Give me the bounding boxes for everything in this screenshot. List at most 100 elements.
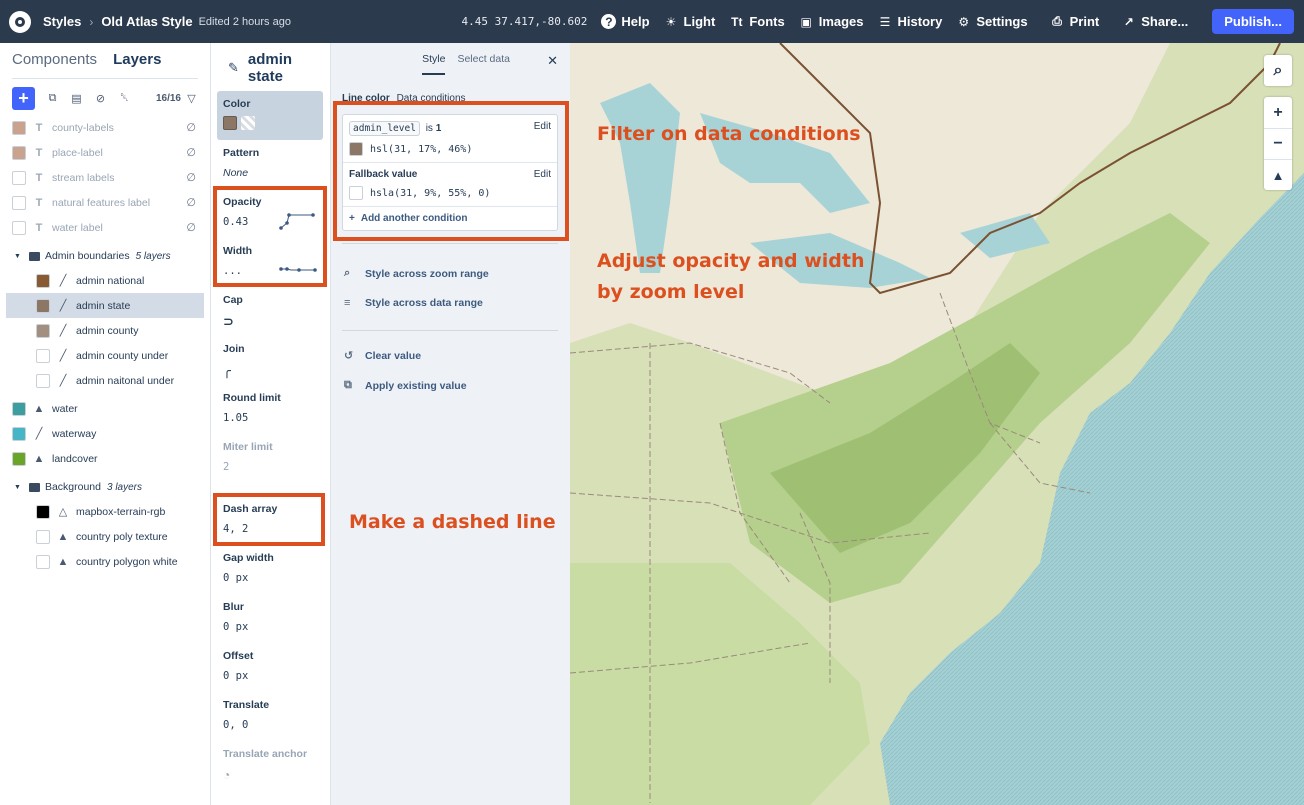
image-icon: ▣	[800, 14, 812, 29]
share-label: Share...	[1141, 14, 1189, 29]
zoom-out-button[interactable]: −	[1264, 128, 1292, 159]
share-button[interactable]: ↗ Share...	[1121, 14, 1189, 29]
light-label: Light	[683, 14, 716, 29]
prop-cap[interactable]: Cap ⊃	[217, 287, 323, 337]
duplicate-icon[interactable]: ⧉	[46, 92, 59, 105]
print-button[interactable]: ⎙ Print	[1050, 14, 1099, 29]
prop-label: Gap width	[223, 552, 274, 564]
prop-translate[interactable]: Translate 0, 0	[217, 692, 323, 738]
layer-item[interactable]: △ mapbox-terrain-rgb	[6, 499, 204, 524]
line-icon: ╱	[35, 428, 43, 440]
layer-swatch	[36, 298, 50, 313]
prop-miter-limit[interactable]: Miter limit 2	[217, 434, 323, 480]
eye-slash-icon[interactable]: ∅	[186, 171, 196, 184]
layer-item[interactable]: T county-labels ∅	[6, 115, 204, 140]
layer-item[interactable]: ▲ water	[6, 396, 204, 421]
publish-button[interactable]: Publish...	[1212, 9, 1294, 34]
layer-swatch	[36, 273, 50, 288]
eye-slash-icon[interactable]: ∅	[186, 121, 196, 134]
eye-slash-icon[interactable]: ∅	[186, 196, 196, 209]
help-button[interactable]: ? Help	[601, 14, 650, 29]
prop-label: Color	[223, 98, 251, 110]
search-icon[interactable]: ⌕	[1264, 55, 1292, 86]
folder-icon	[28, 482, 40, 492]
apply-value-button[interactable]: ⧉ Apply existing value	[344, 379, 467, 392]
history-button[interactable]: ☰ History	[878, 14, 943, 29]
layer-item[interactable]: T natural features label ∅	[6, 190, 204, 215]
map-canvas[interactable]: ⌕ + − ▲	[570, 43, 1304, 805]
zoom-range-button[interactable]: ⌕ Style across zoom range	[344, 267, 489, 280]
tab-components[interactable]: Components	[12, 51, 97, 78]
add-layer-button[interactable]: +	[12, 86, 35, 110]
data-range-button[interactable]: ≡ Style across data range	[344, 297, 483, 309]
hide-icon[interactable]: ⊘	[94, 92, 107, 105]
mapbox-logo-icon[interactable]	[9, 10, 31, 33]
fill-icon: ▲	[57, 530, 69, 543]
layer-item[interactable]: ╱ admin county	[6, 318, 204, 343]
settings-label: Settings	[976, 14, 1028, 29]
fill-icon: ▲	[33, 402, 45, 415]
prop-join[interactable]: Join ╭	[217, 336, 323, 386]
settings-button[interactable]: ⚙ Settings	[956, 14, 1027, 29]
layer-item[interactable]: ╱ waterway	[6, 421, 204, 446]
layer-item[interactable]: ▲ landcover	[6, 446, 204, 471]
light-button[interactable]: ☀ Light	[664, 14, 716, 29]
layer-item[interactable]: ╱ admin national	[6, 268, 204, 293]
caret-down-icon[interactable]: ▼	[14, 484, 21, 491]
layer-item[interactable]: T water label ∅	[6, 215, 204, 240]
clear-value-button[interactable]: ↺ Clear value	[344, 349, 421, 363]
prop-label: Translate	[223, 699, 270, 711]
layer-item[interactable]: ▲ country poly texture	[6, 524, 204, 549]
eye-slash-icon[interactable]: ∅	[186, 221, 196, 234]
style-name[interactable]: Old Atlas Style	[101, 14, 192, 29]
chevron-right-icon: ›	[89, 14, 94, 29]
tab-select-data[interactable]: Select data	[457, 53, 510, 75]
line-icon: ╱	[59, 350, 67, 362]
caret-down-icon[interactable]: ▼	[14, 253, 21, 260]
map-nav-controls: + − ▲	[1264, 97, 1292, 190]
history-label: History	[897, 14, 943, 29]
layer-item[interactable]: ╱ admin county under	[6, 343, 204, 368]
prop-color[interactable]: Color	[217, 91, 323, 140]
compass-icon[interactable]: ▲	[1264, 159, 1292, 190]
divider	[342, 330, 558, 331]
tab-style[interactable]: Style	[422, 53, 446, 75]
group-background[interactable]: ▼ Background 3 layers	[14, 477, 142, 497]
close-icon[interactable]: ✕	[547, 53, 558, 69]
prop-pattern[interactable]: Pattern None	[217, 140, 323, 186]
layer-item-selected[interactable]: ╱ admin state	[6, 293, 204, 318]
text-icon: T	[35, 121, 43, 134]
layer-item[interactable]: ▲ country polygon white	[6, 549, 204, 574]
annotation-dashed: Make a dashed line	[349, 511, 556, 533]
eye-slash-icon[interactable]: ∅	[186, 146, 196, 159]
map-coordinates: 4.45 37.417,-80.602	[461, 15, 588, 28]
group-icon[interactable]: ▤	[70, 92, 83, 105]
fonts-button[interactable]: Tt Fonts	[729, 14, 785, 29]
prop-blur[interactable]: Blur 0 px	[217, 594, 323, 640]
layer-item[interactable]: T place-label ∅	[6, 140, 204, 165]
trash-icon[interactable]: ␡	[118, 92, 131, 105]
breadcrumb-styles[interactable]: Styles	[43, 14, 81, 29]
layer-swatch	[36, 554, 50, 569]
raster-icon: △	[58, 506, 68, 518]
layer-swatch	[12, 145, 26, 160]
tab-layers[interactable]: Layers	[113, 51, 161, 78]
layer-name: natural features label	[52, 196, 151, 209]
annotation-box-dash	[213, 493, 325, 546]
color-swatches	[223, 116, 317, 130]
prop-translate-anchor[interactable]: Translate anchor ◔	[217, 741, 323, 789]
layer-item[interactable]: T stream labels ∅	[6, 165, 204, 190]
layer-name: stream labels	[52, 171, 115, 184]
prop-gap-width[interactable]: Gap width 0 px	[217, 545, 323, 591]
layer-item[interactable]: ╱ admin naitonal under	[6, 368, 204, 393]
zoom-range-icon: ⌕	[344, 267, 351, 279]
prop-round-limit[interactable]: Round limit 1.05	[217, 385, 323, 431]
zoom-in-button[interactable]: +	[1264, 97, 1292, 128]
images-button[interactable]: ▣ Images	[799, 14, 864, 29]
layer-name: admin national	[76, 274, 145, 287]
prop-label: Translate anchor	[223, 748, 308, 760]
group-admin-boundaries[interactable]: ▼ Admin boundaries 5 layers	[14, 246, 171, 266]
search-control[interactable]: ⌕	[1264, 55, 1292, 86]
filter-icon[interactable]: ▽	[185, 92, 198, 105]
prop-offset[interactable]: Offset 0 px	[217, 643, 323, 689]
